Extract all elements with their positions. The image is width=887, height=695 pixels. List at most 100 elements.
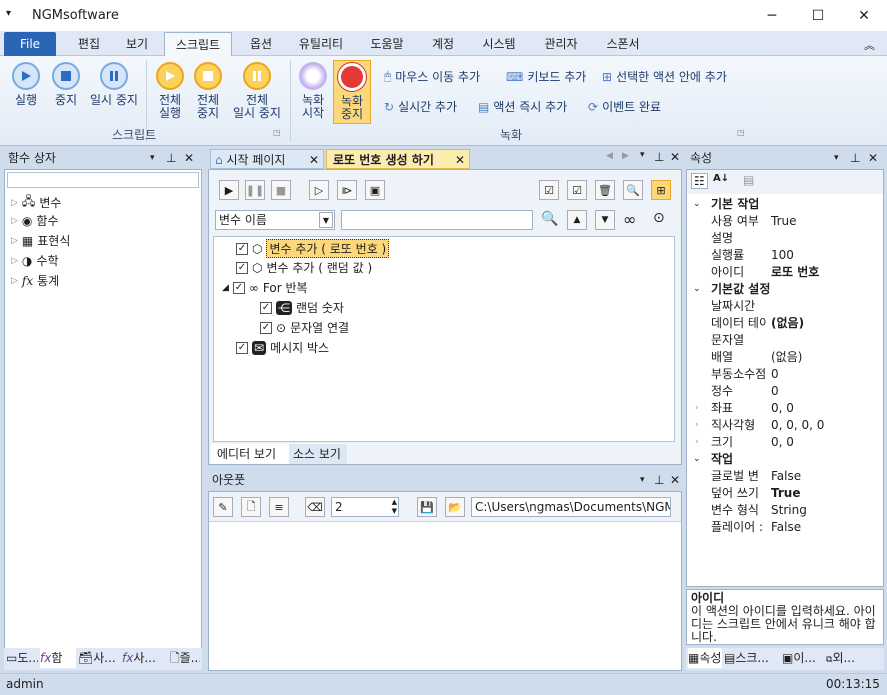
record-start-button[interactable]: 녹화 시작 — [296, 62, 330, 120]
run-all-button[interactable]: 전체 실행 — [152, 62, 188, 120]
collapse-icon[interactable]: ⌄ — [693, 281, 701, 298]
property-row[interactable]: 배열 (없음) — [687, 349, 883, 366]
add-realtime-button[interactable]: ↻ 실시간 추가 — [384, 98, 457, 115]
file-tab[interactable]: File — [4, 32, 56, 56]
tab-lotto-generator[interactable]: 로또 번호 생성 하기 ✕ — [326, 149, 470, 169]
property-value[interactable]: False — [771, 468, 801, 485]
property-value[interactable]: 로또 번호 — [771, 264, 819, 281]
tab-view[interactable]: 보기 — [114, 32, 160, 56]
collapse-icon[interactable]: ⌄ — [693, 196, 701, 213]
property-row[interactable]: 실행률 100 — [687, 247, 883, 264]
tab-options[interactable]: 옵션 — [238, 32, 284, 56]
checkbox[interactable]: ✓ — [232, 281, 245, 294]
property-value[interactable]: False — [771, 519, 801, 536]
minimize-button[interactable]: ─ — [749, 0, 795, 32]
stop-all-button[interactable]: 전체 중지 — [190, 62, 226, 120]
tab-account[interactable]: 계정 — [422, 32, 464, 56]
expand-icon[interactable]: › — [695, 417, 699, 434]
property-value[interactable]: (없음) — [771, 315, 804, 332]
more-icon[interactable]: ⊙ — [653, 210, 665, 226]
tab-user[interactable]: 🗃사... — [78, 648, 120, 668]
property-value[interactable]: 0, 0 — [771, 400, 794, 417]
count-stepper[interactable]: 2 ▲ ▼ — [331, 497, 399, 517]
delete-icon[interactable]: 🗑 — [595, 180, 615, 200]
close-tab-icon[interactable]: ✕ — [455, 150, 465, 168]
checkbox[interactable]: ✓ — [236, 341, 248, 354]
tree-node-add-variable-random[interactable]: ✓ ⬡ 변수 추가 ( 랜덤 값 ) — [236, 259, 372, 276]
tab-editor-view[interactable]: 에디터 보기 — [211, 444, 289, 464]
close-panel-icon[interactable]: ✕ — [670, 150, 680, 164]
checkbox[interactable]: ✓ — [236, 261, 248, 274]
tree-node-message-box[interactable]: ✓ ✉ 메시지 박스 — [236, 339, 329, 356]
property-value[interactable]: 0 — [771, 366, 779, 383]
tab-script-list[interactable]: ▤스크... — [724, 648, 780, 668]
property-value[interactable]: True — [771, 213, 797, 230]
dropdown-icon[interactable]: ▾ — [834, 147, 839, 169]
property-pages-icon[interactable]: ▤ — [743, 173, 754, 187]
folder-icon[interactable]: 📂 — [445, 497, 465, 517]
maximize-button[interactable]: ☐ — [795, 0, 841, 32]
add-keyboard-button[interactable]: ⌨ 키보드 추가 — [506, 68, 586, 85]
property-category[interactable]: ⌄ 기본 작업 — [687, 196, 883, 213]
categorized-icon[interactable]: ☷ — [691, 173, 708, 189]
tab-toolbox[interactable]: ▭도... — [6, 648, 38, 668]
filter-input[interactable] — [341, 210, 533, 230]
step-run-button[interactable]: ⧐ — [337, 180, 357, 200]
event-complete-button[interactable]: ⟳ 이벤트 완료 — [588, 98, 661, 115]
tree-item-function[interactable]: ▷ ◉ 함수 — [11, 212, 59, 229]
property-value[interactable]: 0, 0 — [771, 434, 794, 451]
loop-icon[interactable]: ∞ — [623, 210, 636, 229]
property-category[interactable]: ⌄ 작업 — [687, 451, 883, 468]
sort-alpha-icon[interactable]: A↓ — [713, 173, 729, 184]
property-row[interactable]: 글로벌 변 False — [687, 468, 883, 485]
close-panel-icon[interactable]: ✕ — [184, 147, 194, 169]
tab-help[interactable]: 도움말 — [360, 32, 414, 56]
run-script-button[interactable]: ▶ — [219, 180, 239, 200]
add-mouse-move-button[interactable]: 🖱 마우스 이동 추가 — [384, 68, 480, 85]
checkbox[interactable]: ✓ — [236, 242, 248, 255]
pause-button[interactable]: 일시 중지 — [86, 62, 142, 107]
eraser-icon[interactable]: ⌫ — [305, 497, 325, 517]
tree-node-for-loop[interactable]: ◢ ✓ ∞ For 반복 — [222, 279, 308, 296]
new-document-icon[interactable]: 🗋 — [241, 497, 261, 517]
property-row[interactable]: 데이터 테이 (없음) — [687, 315, 883, 332]
run-from-here-button[interactable]: ▷ — [309, 180, 329, 200]
property-value[interactable]: True — [771, 485, 800, 502]
tree-node-add-variable-lotto[interactable]: ✓ ⬡ 변수 추가 ( 로또 번호 ) — [236, 239, 390, 258]
function-search-input[interactable] — [7, 172, 199, 188]
uncheck-button[interactable]: ☑ — [567, 180, 587, 200]
stop-script-button[interactable]: ■ — [271, 180, 291, 200]
tree-node-random-number[interactable]: ✓ ⋲ 랜덤 숫자 — [260, 299, 344, 316]
scroll-right-icon[interactable]: ▶ — [622, 151, 629, 161]
property-row[interactable]: 문자열 — [687, 332, 883, 349]
pin-icon[interactable]: ⊥ — [166, 147, 176, 169]
expand-icon[interactable]: ▷ — [11, 236, 18, 246]
search-icon[interactable]: 🔍 — [623, 180, 643, 200]
tree-node-string-concat[interactable]: ✓ ⊙ 문자열 연결 — [260, 319, 349, 336]
close-button[interactable]: ✕ — [841, 0, 887, 32]
tab-admin[interactable]: 관리자 — [534, 32, 588, 56]
add-action-now-button[interactable]: ▤ 액션 즉시 추가 — [478, 98, 567, 115]
expand-icon[interactable]: ▷ — [11, 276, 18, 286]
property-row[interactable]: 덮어 쓰기 True — [687, 485, 883, 502]
tab-edit[interactable]: 편집 — [66, 32, 112, 56]
dropdown-icon[interactable]: ▾ — [150, 147, 155, 169]
property-row[interactable]: 정수 0 — [687, 383, 883, 400]
list-icon[interactable]: ≡ — [269, 497, 289, 517]
dropdown-icon[interactable]: ▾ — [640, 469, 645, 491]
output-path-field[interactable]: C:\Users\ngmas\Documents\NGM6\ — [471, 497, 671, 517]
stop-button[interactable]: 중지 — [48, 62, 84, 107]
tab-properties[interactable]: ▦속성 — [688, 648, 722, 668]
tab-script[interactable]: 스크립트 — [164, 32, 232, 57]
add-in-selected-action-button[interactable]: ⊞ 선택한 액션 안에 추가 — [602, 68, 727, 85]
save-icon[interactable]: 💾 — [417, 497, 437, 517]
expand-icon[interactable]: › — [695, 434, 699, 451]
property-value[interactable]: 100 — [771, 247, 794, 264]
property-row[interactable]: 설명 — [687, 230, 883, 247]
dialog-launcher-icon[interactable]: ◳ — [273, 128, 281, 137]
move-up-button[interactable]: ▲ — [567, 210, 587, 230]
tab-external-api[interactable]: ⧉외... — [826, 648, 882, 668]
pin-icon[interactable]: ⊥ — [654, 469, 664, 491]
pause-all-button[interactable]: 전체 일시 중지 — [228, 62, 286, 120]
move-down-button[interactable]: ▼ — [595, 210, 615, 230]
